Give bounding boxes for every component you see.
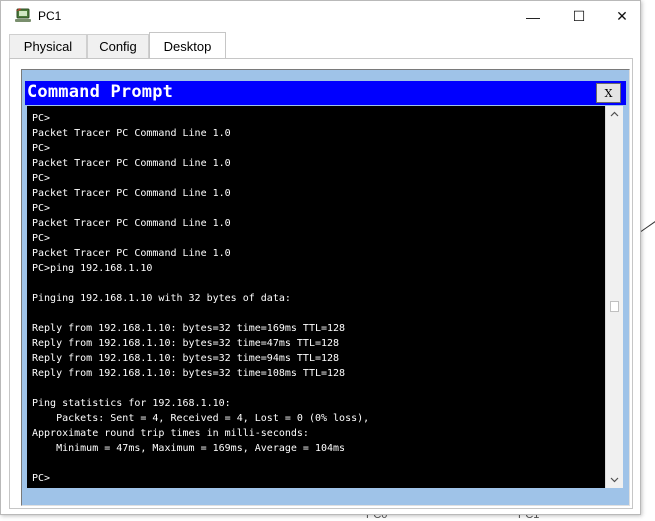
terminal-line: Packet Tracer PC Command Line 1.0 [32,128,231,139]
terminal-line: Reply from 192.168.1.10: bytes=32 time=1… [32,368,346,379]
terminal-line: Packet Tracer PC Command Line 1.0 [32,188,231,199]
chevron-down-icon [610,477,619,483]
terminal-line: PC> [32,143,51,154]
maximize-button[interactable]: ☐ [556,1,602,32]
terminal-line: PC> [32,233,51,244]
terminal-line: PC> [32,203,51,214]
tab-desktop[interactable]: Desktop [149,32,226,59]
network-link-line [640,220,655,232]
command-prompt-header: Command Prompt X [25,81,626,105]
terminal-line: Packet Tracer PC Command Line 1.0 [32,248,231,259]
terminal-line: Ping statistics for 192.168.1.10: [32,398,231,409]
maximize-icon: ☐ [572,8,586,24]
terminal-output[interactable]: PC> Packet Tracer PC Command Line 1.0 PC… [27,106,605,488]
terminal-line: PC> [32,473,51,484]
terminal-line: Minimum = 47ms, Maximum = 169ms, Average… [32,443,346,454]
terminal-line: Reply from 192.168.1.10: bytes=32 time=9… [32,353,340,364]
terminal-line: Reply from 192.168.1.10: bytes=32 time=4… [32,338,340,349]
command-prompt-title: Command Prompt [27,82,174,102]
packet-tracer-pc-icon [14,8,32,24]
tab-config[interactable]: Config [87,34,149,58]
terminal-line: PC> [32,173,51,184]
terminal-line: Packet Tracer PC Command Line 1.0 [32,218,231,229]
command-prompt-close-button[interactable]: X [596,83,621,103]
terminal-line: Reply from 192.168.1.10: bytes=32 time=1… [32,323,346,334]
terminal-line: Packets: Sent = 4, Received = 4, Lost = … [32,413,370,424]
terminal-line: PC> [32,113,51,124]
tab-physical[interactable]: Physical [9,34,87,58]
terminal-line: Packet Tracer PC Command Line 1.0 [32,158,231,169]
scroll-down-button[interactable] [606,472,623,488]
scroll-up-button[interactable] [606,106,623,122]
scroll-thumb[interactable] [610,301,619,312]
terminal-line: Approximate round trip times in milli-se… [32,428,309,439]
window-title: PC1 [38,9,62,23]
title-bar[interactable]: PC1 — ☐ ✕ [1,1,640,32]
terminal-line: Pinging 192.168.1.10 with 32 bytes of da… [32,293,291,304]
chevron-up-icon [610,111,619,117]
minimize-button[interactable]: — [510,1,556,32]
close-button[interactable]: ✕ [599,1,645,32]
terminal-line: PC>ping 192.168.1.10 [32,263,153,274]
minimize-icon: — [526,8,540,25]
tab-bar: Physical Config Desktop [9,32,629,59]
close-icon: ✕ [616,8,628,24]
terminal-text: PC> Packet Tracer PC Command Line 1.0 PC… [27,106,605,486]
terminal-scrollbar[interactable] [605,106,623,488]
